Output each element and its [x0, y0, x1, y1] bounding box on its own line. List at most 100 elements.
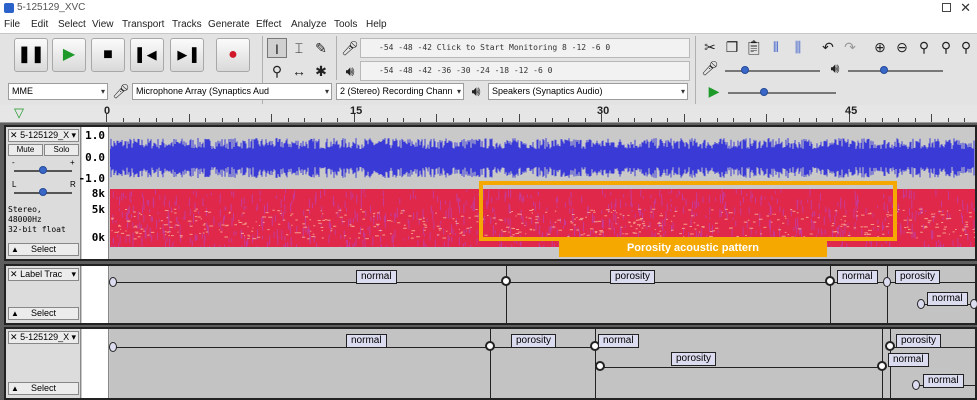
label-handle[interactable] [883, 277, 891, 287]
speaker-icon[interactable]: 🔊︎ [340, 61, 360, 81]
menu-tracks[interactable]: Tracks [172, 19, 202, 30]
menu-edit[interactable]: Edit [31, 19, 48, 30]
label-track-name-menu[interactable]: ✕ Label Trac ▾ [8, 268, 79, 281]
collapse-icon[interactable]: ▲ [11, 244, 19, 255]
pan-knob[interactable] [39, 188, 47, 196]
label-normal[interactable]: normal [923, 374, 964, 388]
label-handle[interactable] [109, 342, 117, 352]
timeline-ruler[interactable]: ▽ 0 15 30 45 [0, 105, 977, 123]
label-handle[interactable] [825, 276, 835, 286]
waveform-display[interactable] [110, 129, 975, 187]
collapse-icon[interactable]: ▲ [11, 383, 19, 394]
play-button[interactable]: ▶ [52, 38, 86, 72]
playback-meter[interactable]: -54 -48 -42 -36 -30 -24 -18 -12 -6 0 [360, 61, 690, 81]
label-normal[interactable]: normal [837, 270, 878, 284]
label-normal[interactable]: normal [346, 334, 387, 348]
fit-project-icon[interactable]: ⚲ [936, 37, 956, 57]
close-track-icon[interactable]: ✕ [10, 269, 18, 279]
label-porosity[interactable]: porosity [895, 270, 941, 284]
select-track-button[interactable]: ▲ Select [8, 243, 79, 256]
menu-generate[interactable]: Generate [208, 19, 250, 30]
label-porosity[interactable]: porosity [671, 352, 717, 366]
skip-to-start-button[interactable]: ▌◀ [130, 38, 164, 72]
menu-effect[interactable]: Effect [256, 19, 281, 30]
label-handle[interactable] [501, 276, 511, 286]
zoom-out-icon[interactable]: ⊖ [892, 37, 912, 57]
zoom-in-icon[interactable]: ⊕ [870, 37, 890, 57]
collapse-icon[interactable]: ▲ [11, 308, 19, 319]
selection-tool-icon[interactable]: I [267, 38, 287, 58]
audio-track[interactable]: ✕ 5-125129_X ▾ Mute Solo - + L R Stereo, … [4, 125, 977, 261]
zoom-tool-icon[interactable]: ⚲ [267, 61, 287, 81]
playback-volume-slider[interactable] [848, 70, 943, 72]
label-track[interactable]: ✕ Label Trac ▾ ▲ Select normal porosity no… [4, 264, 977, 325]
record-volume-slider[interactable] [725, 70, 820, 72]
redo-icon[interactable]: ↷ [840, 37, 860, 57]
label-track-area[interactable]: normal porosity normal porosity normal [109, 266, 977, 323]
paste-icon[interactable]: 📋︎ [744, 37, 764, 57]
draw-tool-icon[interactable]: ✎ [311, 38, 331, 58]
fit-selection-icon[interactable]: ⚲ [914, 37, 934, 57]
label-handle[interactable] [109, 277, 117, 287]
microphone-icon[interactable]: 🎤︎ [340, 38, 360, 58]
select-track-button[interactable]: ▲ Select [8, 307, 79, 320]
record-button[interactable]: ● [216, 38, 250, 72]
silence-audio-icon[interactable]: ⫼ [788, 37, 808, 57]
skip-to-end-button[interactable]: ▶▐ [170, 38, 204, 72]
playback-volume-knob[interactable] [880, 66, 888, 74]
record-volume-knob[interactable] [741, 66, 749, 74]
envelope-tool-icon[interactable]: ⌶ [289, 38, 309, 58]
label-normal[interactable]: normal [598, 334, 639, 348]
play-speed-slider[interactable] [728, 92, 836, 94]
solo-button[interactable]: Solo [44, 144, 79, 156]
gain-knob[interactable] [39, 166, 47, 174]
play-speed-knob[interactable] [760, 88, 768, 96]
label-handle[interactable] [917, 299, 925, 309]
stop-button[interactable]: ■ [91, 38, 125, 72]
label-normal[interactable]: normal [356, 270, 397, 284]
close-icon[interactable]: ✕ [960, 0, 971, 15]
play-at-speed-icon[interactable]: ▶ [704, 81, 724, 101]
label-porosity[interactable]: porosity [511, 334, 557, 348]
label-handle[interactable] [595, 361, 605, 371]
label-track-2-name-menu[interactable]: ✕ 5-125129_X ▾ [8, 331, 79, 344]
label-handle[interactable] [877, 361, 887, 371]
label-normal[interactable]: normal [927, 292, 968, 306]
audio-track-name-menu[interactable]: ✕ 5-125129_X ▾ [8, 129, 79, 142]
multi-tool-icon[interactable]: ✱ [311, 61, 331, 81]
record-meter[interactable]: -54 -48 -42 Click to Start Monitoring 8 … [360, 38, 690, 58]
label-handle[interactable] [970, 299, 977, 309]
playback-device-select[interactable]: Speakers (Synaptics Audio) ▾ [488, 83, 688, 100]
menu-file[interactable]: File [4, 19, 20, 30]
label-track-2-area[interactable]: normal porosity normal porosity porosity… [109, 329, 975, 398]
close-track-icon[interactable]: ✕ [10, 332, 18, 342]
trim-audio-icon[interactable]: ⫴ [766, 37, 786, 57]
pause-button[interactable]: ❚❚ [14, 38, 48, 72]
recording-channels-select[interactable]: 2 (Stereo) Recording Chann ▾ [336, 83, 464, 100]
audio-host-select[interactable]: MME ▾ [8, 83, 108, 100]
label-normal[interactable]: normal [888, 353, 929, 367]
menu-analyze[interactable]: Analyze [291, 19, 327, 30]
cut-icon[interactable]: ✂ [700, 37, 720, 57]
undo-icon[interactable]: ↶ [818, 37, 838, 57]
select-track-button[interactable]: ▲ Select [8, 382, 79, 395]
mute-button[interactable]: Mute [8, 144, 43, 156]
menu-tools[interactable]: Tools [334, 19, 357, 30]
label-porosity[interactable]: porosity [896, 334, 942, 348]
label-track-2[interactable]: ✕ 5-125129_X ▾ ▲ Select normal porosity no… [4, 327, 977, 400]
close-track-icon[interactable]: ✕ [10, 130, 18, 140]
label-handle[interactable] [912, 380, 920, 390]
menu-select[interactable]: Select [58, 19, 86, 30]
play-head-icon[interactable]: ▽ [14, 105, 24, 121]
menu-transport[interactable]: Transport [122, 19, 164, 30]
label-porosity[interactable]: porosity [610, 270, 656, 284]
zoom-toggle-icon[interactable]: ⚲ [956, 37, 976, 57]
menu-view[interactable]: View [92, 19, 114, 30]
label-handle[interactable] [885, 341, 895, 351]
label-handle[interactable] [485, 341, 495, 351]
maximize-icon[interactable] [942, 3, 951, 12]
copy-icon[interactable]: ❐ [722, 37, 742, 57]
menu-help[interactable]: Help [366, 19, 387, 30]
recording-device-select[interactable]: Microphone Array (Synaptics Aud ▾ [132, 83, 332, 100]
time-shift-tool-icon[interactable]: ↔ [289, 61, 309, 81]
